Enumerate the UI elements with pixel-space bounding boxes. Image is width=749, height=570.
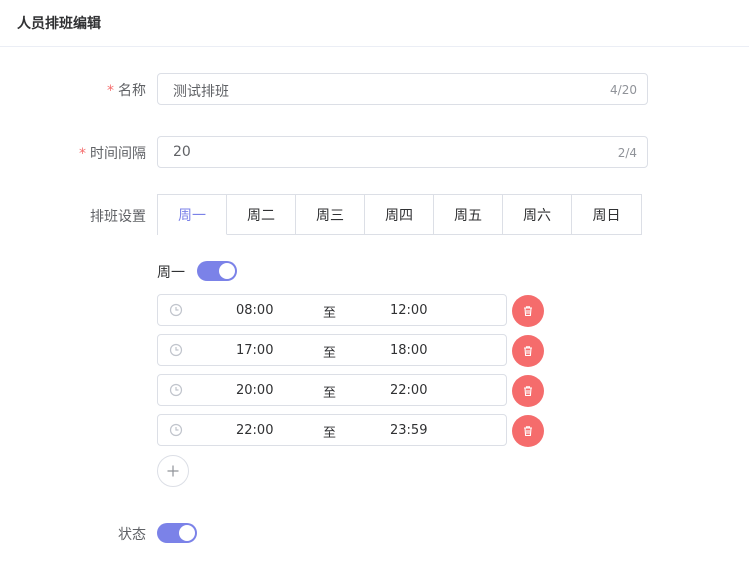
required-mark: * bbox=[79, 146, 86, 162]
delete-range-button[interactable] bbox=[512, 295, 544, 327]
time-range-row[interactable]: 17:00 至 18:00 bbox=[157, 334, 507, 366]
trash-icon bbox=[524, 346, 532, 357]
interval-input[interactable]: 20 2/4 bbox=[157, 136, 648, 168]
end-time[interactable]: 18:00 bbox=[390, 343, 427, 358]
interval-input-value: 20 bbox=[173, 144, 191, 160]
range-separator: 至 bbox=[323, 426, 337, 441]
time-range-row[interactable]: 08:00 至 12:00 bbox=[157, 294, 507, 326]
name-label: * 名称 bbox=[107, 83, 146, 99]
end-time[interactable]: 23:59 bbox=[390, 423, 427, 438]
end-time[interactable]: 12:00 bbox=[390, 303, 427, 318]
end-time[interactable]: 22:00 bbox=[390, 383, 427, 398]
tab-wednesday[interactable]: 周三 bbox=[296, 195, 365, 235]
tab-monday[interactable]: 周一 bbox=[158, 195, 227, 235]
name-input[interactable]: 测试排班 4/20 bbox=[157, 73, 648, 105]
interval-char-count: 2/4 bbox=[617, 146, 637, 160]
page-header: 人员排班编辑 bbox=[0, 0, 749, 47]
add-range-button[interactable] bbox=[157, 455, 189, 487]
switch-knob bbox=[179, 525, 195, 541]
start-time[interactable]: 20:00 bbox=[236, 383, 273, 398]
required-mark: * bbox=[107, 83, 114, 99]
time-range-row[interactable]: 20:00 至 22:00 bbox=[157, 374, 507, 406]
trash-icon bbox=[524, 386, 532, 397]
weekday-tabs: 周一 周二 周三 周四 周五 周六 周日 bbox=[157, 194, 642, 235]
range-separator: 至 bbox=[323, 306, 337, 321]
trash-icon bbox=[524, 426, 532, 437]
schedule-label: 排班设置 bbox=[90, 209, 146, 225]
clock-icon bbox=[169, 303, 183, 317]
switch-knob bbox=[219, 263, 235, 279]
interval-label: * 时间间隔 bbox=[79, 146, 146, 162]
trash-icon bbox=[524, 306, 532, 317]
delete-range-button[interactable] bbox=[512, 335, 544, 367]
range-separator: 至 bbox=[323, 346, 337, 361]
page-title: 人员排班编辑 bbox=[17, 16, 101, 32]
tab-saturday[interactable]: 周六 bbox=[503, 195, 572, 235]
status-switch[interactable] bbox=[157, 523, 197, 543]
clock-icon bbox=[169, 343, 183, 357]
time-range-row[interactable]: 22:00 至 23:59 bbox=[157, 414, 507, 446]
tab-sunday[interactable]: 周日 bbox=[572, 195, 641, 235]
plus-icon bbox=[167, 465, 179, 477]
day-enabled-switch[interactable] bbox=[197, 261, 237, 281]
clock-icon bbox=[169, 423, 183, 437]
tab-thursday[interactable]: 周四 bbox=[365, 195, 434, 235]
tab-friday[interactable]: 周五 bbox=[434, 195, 503, 235]
delete-range-button[interactable] bbox=[512, 375, 544, 407]
range-separator: 至 bbox=[323, 386, 337, 401]
name-input-value: 测试排班 bbox=[173, 84, 229, 100]
status-label: 状态 bbox=[118, 527, 146, 543]
day-label: 周一 bbox=[157, 265, 185, 281]
start-time[interactable]: 08:00 bbox=[236, 303, 273, 318]
start-time[interactable]: 17:00 bbox=[236, 343, 273, 358]
name-char-count: 4/20 bbox=[610, 83, 637, 97]
clock-icon bbox=[169, 383, 183, 397]
tab-tuesday[interactable]: 周二 bbox=[227, 195, 296, 235]
start-time[interactable]: 22:00 bbox=[236, 423, 273, 438]
delete-range-button[interactable] bbox=[512, 415, 544, 447]
